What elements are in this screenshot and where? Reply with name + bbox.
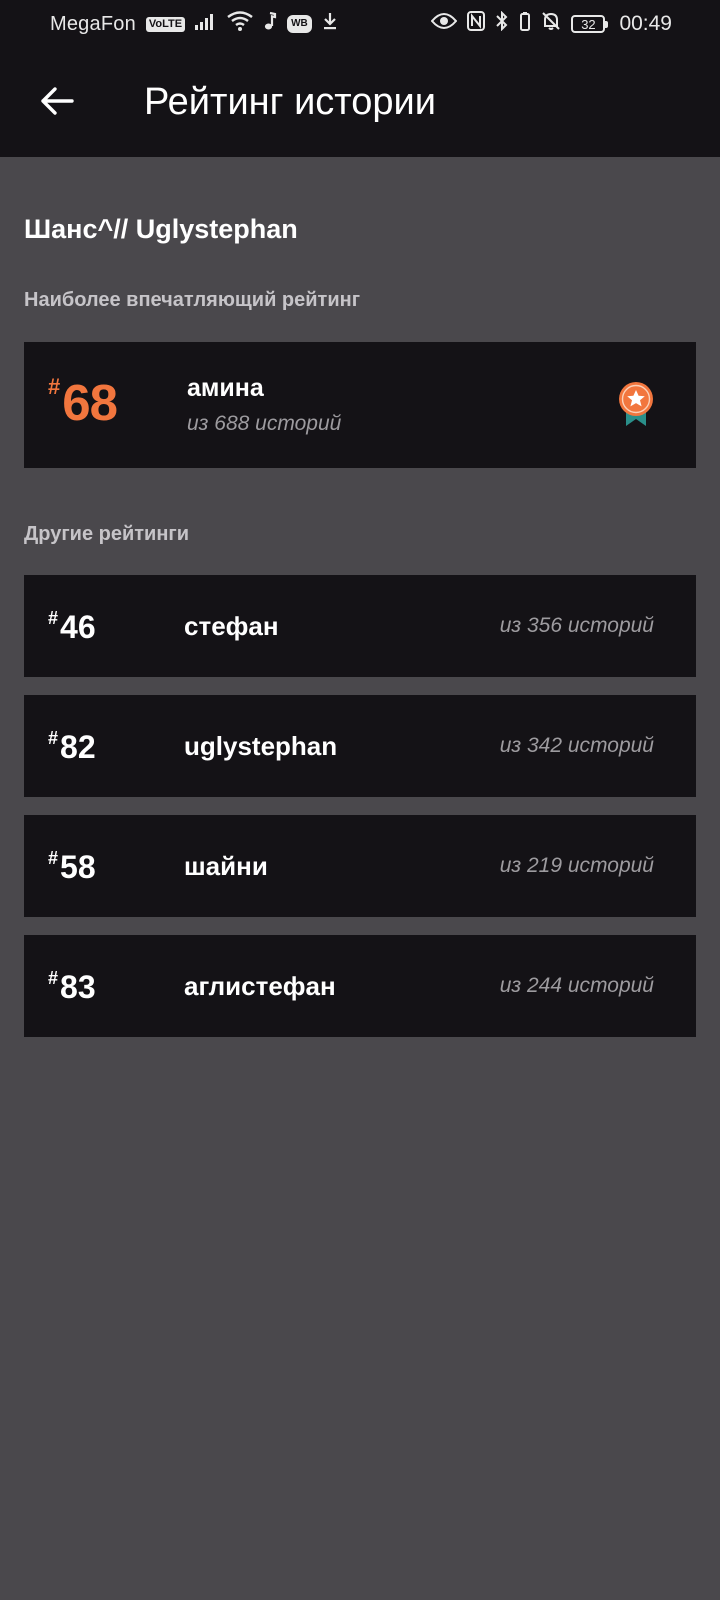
back-button[interactable] bbox=[34, 78, 80, 124]
character-name: стефан bbox=[184, 611, 279, 641]
status-right: 32 00:49 bbox=[431, 10, 672, 37]
rank-hash: # bbox=[48, 968, 59, 988]
character-name: амина bbox=[187, 374, 264, 402]
rating-card[interactable]: # 46 стефан из 356 историй bbox=[24, 575, 696, 677]
rank-hash: # bbox=[48, 728, 59, 748]
clock: 00:49 bbox=[619, 12, 672, 35]
wifi-icon bbox=[227, 11, 253, 37]
story-count: из 244 историй bbox=[499, 974, 654, 997]
character-name: uglystephan bbox=[184, 731, 338, 761]
download-icon bbox=[322, 12, 338, 36]
award-ribbon-icon bbox=[616, 380, 656, 428]
story-count: из 688 историй bbox=[187, 412, 342, 435]
music-note-icon bbox=[263, 11, 277, 37]
rank-number: 82 bbox=[60, 729, 96, 765]
character-name: шайни bbox=[184, 851, 268, 881]
rank-number: 83 bbox=[60, 969, 96, 1005]
character-name: аглистефан bbox=[184, 971, 336, 1001]
arrow-left-icon bbox=[41, 87, 74, 115]
rank: # 58 bbox=[48, 849, 96, 885]
section-label-others: Другие рейтинги bbox=[24, 523, 190, 545]
rank: # 82 bbox=[48, 729, 96, 765]
page-title: Рейтинг истории bbox=[144, 81, 436, 123]
story-count: из 342 историй bbox=[499, 734, 654, 757]
rank-hash: # bbox=[48, 608, 59, 628]
story-name: Шанс^// Uglystephan bbox=[24, 214, 298, 244]
story-count: из 219 историй bbox=[499, 854, 654, 877]
rating-card[interactable]: # 83 аглистефан из 244 историй bbox=[24, 935, 696, 1037]
rating-card[interactable]: # 58 шайни из 219 историй bbox=[24, 815, 696, 917]
eye-icon bbox=[431, 12, 458, 36]
signal-icon bbox=[195, 12, 217, 36]
featured-rank: # 68 bbox=[48, 374, 118, 431]
status-bar: MegaFon VoLTE WB 32 00:49 bbox=[0, 0, 720, 48]
section-label-top: Наиболее впечатляющий рейтинг bbox=[24, 289, 361, 311]
nfc-icon bbox=[467, 11, 486, 37]
rank-number: 46 bbox=[60, 609, 96, 645]
featured-rating-card[interactable]: # 68 амина из 688 историй bbox=[24, 342, 696, 468]
rank-number: 68 bbox=[62, 374, 118, 431]
vibrate-battery-icon bbox=[519, 11, 531, 37]
status-left: MegaFon VoLTE WB bbox=[50, 11, 338, 37]
volte-badge: VoLTE bbox=[145, 16, 186, 32]
wb-app-icon: WB bbox=[287, 15, 312, 33]
story-count: из 356 историй bbox=[499, 614, 654, 637]
rating-card[interactable]: # 82 uglystephan из 342 историй bbox=[24, 695, 696, 797]
battery-indicator: 32 bbox=[571, 15, 609, 33]
bluetooth-icon bbox=[495, 10, 509, 37]
carrier-name: MegaFon bbox=[50, 12, 136, 35]
app-bar: Рейтинг истории bbox=[0, 48, 720, 157]
battery-level: 32 bbox=[581, 16, 596, 32]
rank-hash: # bbox=[48, 848, 59, 868]
rank: # 46 bbox=[48, 609, 96, 645]
bell-muted-icon bbox=[541, 11, 561, 37]
rank-hash: # bbox=[48, 374, 61, 399]
rank: # 83 bbox=[48, 969, 96, 1005]
rank-number: 58 bbox=[60, 849, 96, 885]
